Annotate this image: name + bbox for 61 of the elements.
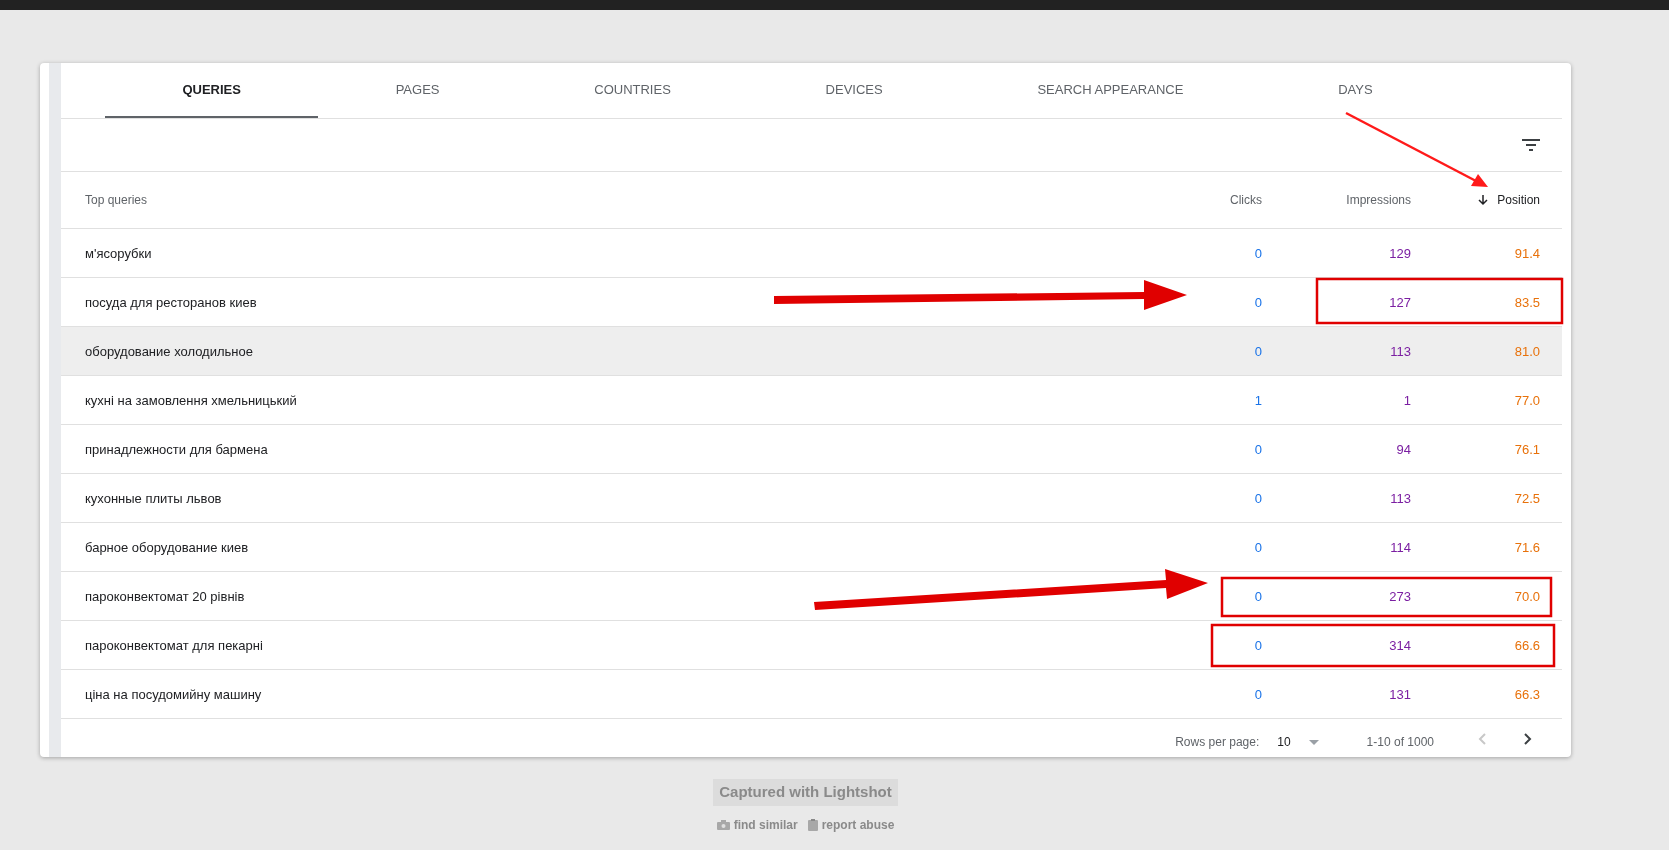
position-cell: 66.6 — [1514, 638, 1540, 653]
clicks-cell: 0 — [1254, 442, 1262, 457]
column-header[interactable]: Top queries — [85, 191, 148, 209]
impressions-cell: 113 — [1390, 344, 1411, 359]
page-range: 1-10 of 1000 — [1366, 734, 1434, 751]
clicks-cell: 0 — [1254, 491, 1262, 506]
sort-arrow-icon — [1477, 194, 1490, 206]
query-cell: посуда для ресторанов киев — [85, 295, 257, 310]
clicks-cell: 0 — [1254, 295, 1262, 310]
tab[interactable]: QUERIES — [105, 63, 319, 118]
impressions-cell: 129 — [1389, 246, 1411, 261]
position-cell: 66.3 — [1514, 687, 1540, 702]
position-cell: 83.5 — [1514, 295, 1540, 310]
clicks-cell: 0 — [1254, 246, 1262, 261]
rows-per-page-dropdown[interactable]: 10 — [1277, 733, 1319, 751]
impressions-cell: 131 — [1389, 687, 1411, 702]
impressions-cell: 113 — [1390, 491, 1411, 506]
caret-icon — [1308, 739, 1319, 745]
impressions-cell: 1 — [1403, 393, 1411, 408]
query-cell: принадлежности для бармена — [85, 442, 268, 457]
position-cell: 81.0 — [1514, 344, 1540, 359]
impressions-cell: 273 — [1389, 589, 1411, 604]
clipboard-icon — [807, 818, 818, 831]
camera-icon — [716, 819, 730, 830]
clicks-cell: 0 — [1254, 589, 1262, 604]
position-cell: 77.0 — [1514, 393, 1540, 408]
query-cell: кухні на замовлення хмельницький — [85, 393, 297, 408]
clicks-cell: 0 — [1254, 344, 1262, 359]
clicks-cell: 0 — [1254, 638, 1262, 653]
position-cell: 72.5 — [1514, 491, 1540, 506]
impressions-cell: 127 — [1389, 295, 1411, 310]
query-cell: оборудование холодильное — [85, 344, 253, 359]
table-row[interactable]: оборудование холодильное 0 113 81.0 — [61, 327, 1562, 376]
position-cell: 91.4 — [1514, 246, 1540, 261]
clicks-cell: 0 — [1254, 540, 1262, 555]
filter-icon[interactable] — [1522, 139, 1540, 151]
tab[interactable]: COUNTRIES — [516, 63, 749, 118]
impressions-cell: 314 — [1389, 638, 1411, 653]
position-cell: 70.0 — [1514, 589, 1540, 604]
tab[interactable]: PAGES — [318, 63, 517, 118]
next-page-icon[interactable] — [1524, 733, 1532, 745]
column-header[interactable]: Impressions — [1346, 191, 1411, 209]
query-cell: м'ясорубки — [85, 246, 152, 261]
query-cell: пароконвектомат 20 рівнів — [85, 589, 245, 604]
column-header[interactable]: Position — [1497, 191, 1540, 209]
query-cell: кухонные плиты львов — [85, 491, 222, 506]
tab[interactable]: DEVICES — [748, 63, 961, 118]
impressions-cell: 94 — [1396, 442, 1411, 457]
clicks-cell: 1 — [1254, 393, 1262, 408]
query-cell: барное оборудование киев — [85, 540, 249, 555]
rows-per-page-label: Rows per page: — [1175, 734, 1260, 751]
tab[interactable]: SEARCH APPEARANCE — [960, 63, 1261, 118]
clicks-cell: 0 — [1254, 687, 1262, 702]
query-cell: пароконвектомат для пекарні — [85, 638, 263, 653]
query-cell: ціна на посудомийну машину — [85, 687, 262, 702]
caption: Captured with Lightshot — [713, 779, 898, 806]
tab[interactable]: DAYS — [1260, 63, 1450, 118]
column-header[interactable]: Clicks — [1230, 191, 1262, 209]
impressions-cell: 114 — [1390, 540, 1411, 555]
position-cell: 71.6 — [1514, 540, 1540, 555]
position-cell: 76.1 — [1514, 442, 1540, 457]
